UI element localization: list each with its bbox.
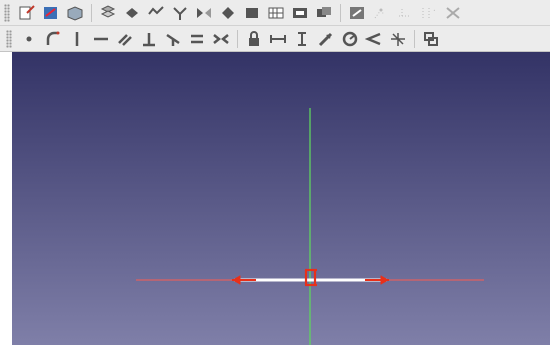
horizontal-distance-icon bbox=[269, 30, 287, 48]
leave-sketch-button[interactable] bbox=[217, 2, 239, 24]
select-origin-button[interactable] bbox=[370, 2, 392, 24]
map-sketch-button[interactable] bbox=[97, 2, 119, 24]
sketcher-constraints-toolbar bbox=[0, 26, 550, 52]
toolbar-separator bbox=[340, 3, 341, 22]
select-constraints-button[interactable] bbox=[346, 2, 368, 24]
rendering-order-icon bbox=[315, 4, 333, 22]
view-section-button[interactable] bbox=[241, 2, 263, 24]
select-origin-icon bbox=[372, 4, 390, 22]
merge-sketch-icon bbox=[171, 4, 189, 22]
validate-sketch-button[interactable] bbox=[145, 2, 167, 24]
parallel-icon bbox=[116, 30, 134, 48]
edit-sketch-button[interactable] bbox=[40, 2, 62, 24]
select-conflicting-button[interactable] bbox=[394, 2, 416, 24]
edit-sketch-icon bbox=[42, 4, 60, 22]
merge-sketch-button[interactable] bbox=[169, 2, 191, 24]
sketch-canvas[interactable] bbox=[12, 52, 550, 345]
show-hide-button[interactable] bbox=[442, 2, 464, 24]
select-redundant-button[interactable] bbox=[418, 2, 440, 24]
lock-button[interactable] bbox=[243, 28, 265, 50]
symmetric-constraint-marker[interactable] bbox=[232, 275, 256, 285]
symmetric-constraint-marker[interactable] bbox=[365, 275, 389, 285]
3d-viewport[interactable] bbox=[12, 52, 550, 345]
map-sketch-icon bbox=[99, 4, 117, 22]
equal-button[interactable] bbox=[186, 28, 208, 50]
grid-icon bbox=[267, 4, 285, 22]
sketcher-edit-toolbar bbox=[0, 0, 550, 26]
reorient-sketch-icon bbox=[123, 4, 141, 22]
vertical-distance-icon bbox=[293, 30, 311, 48]
radius-button[interactable] bbox=[315, 28, 337, 50]
parallel-button[interactable] bbox=[114, 28, 136, 50]
perpendicular-button[interactable] bbox=[138, 28, 160, 50]
snap-button[interactable] bbox=[289, 2, 311, 24]
snap-icon bbox=[291, 4, 309, 22]
grid-button[interactable] bbox=[265, 2, 287, 24]
select-redundant-icon bbox=[420, 4, 438, 22]
toggle-driving-button[interactable] bbox=[420, 28, 442, 50]
angle-button[interactable] bbox=[363, 28, 385, 50]
symmetric-icon bbox=[212, 30, 230, 48]
symmetric-button[interactable] bbox=[210, 28, 232, 50]
rendering-order-button[interactable] bbox=[313, 2, 335, 24]
equal-icon bbox=[188, 30, 206, 48]
vertical-line-button[interactable] bbox=[66, 28, 88, 50]
tangent-button[interactable] bbox=[162, 28, 184, 50]
tangent-icon bbox=[164, 30, 182, 48]
mirror-sketch-button[interactable] bbox=[193, 2, 215, 24]
point-button[interactable] bbox=[18, 28, 40, 50]
radius-icon bbox=[317, 30, 335, 48]
arc-icon bbox=[44, 30, 62, 48]
toolbar-grip[interactable] bbox=[4, 3, 10, 22]
validate-sketch-icon bbox=[147, 4, 165, 22]
horizontal-distance-button[interactable] bbox=[267, 28, 289, 50]
vertical-distance-button[interactable] bbox=[291, 28, 313, 50]
angle-icon bbox=[365, 30, 383, 48]
horizontal-line-icon bbox=[92, 30, 110, 48]
toggle-driving-icon bbox=[422, 30, 440, 48]
toolbar-separator bbox=[91, 3, 92, 22]
arc-button[interactable] bbox=[42, 28, 64, 50]
vertical-line-icon bbox=[68, 30, 86, 48]
toolbar-separator bbox=[237, 29, 238, 48]
view-sketch-icon bbox=[66, 4, 84, 22]
coincident-constraint-marker[interactable] bbox=[304, 268, 317, 287]
diameter-icon bbox=[341, 30, 359, 48]
view-section-icon bbox=[243, 4, 261, 22]
snell-law-button[interactable] bbox=[387, 28, 409, 50]
new-sketch-button[interactable] bbox=[16, 2, 38, 24]
horizontal-line-button[interactable] bbox=[90, 28, 112, 50]
lock-icon bbox=[245, 30, 263, 48]
perpendicular-icon bbox=[140, 30, 158, 48]
show-hide-icon bbox=[444, 4, 462, 22]
toolbar-separator bbox=[414, 29, 415, 48]
reorient-sketch-button[interactable] bbox=[121, 2, 143, 24]
toolbar-grip[interactable] bbox=[6, 29, 12, 48]
point-icon bbox=[20, 30, 38, 48]
leave-sketch-icon bbox=[219, 4, 237, 22]
mirror-sketch-icon bbox=[195, 4, 213, 22]
diameter-button[interactable] bbox=[339, 28, 361, 50]
select-conflicting-icon bbox=[396, 4, 414, 22]
new-sketch-icon bbox=[18, 4, 36, 22]
view-sketch-button[interactable] bbox=[64, 2, 86, 24]
select-constraints-icon bbox=[348, 4, 366, 22]
snell-law-icon bbox=[389, 30, 407, 48]
